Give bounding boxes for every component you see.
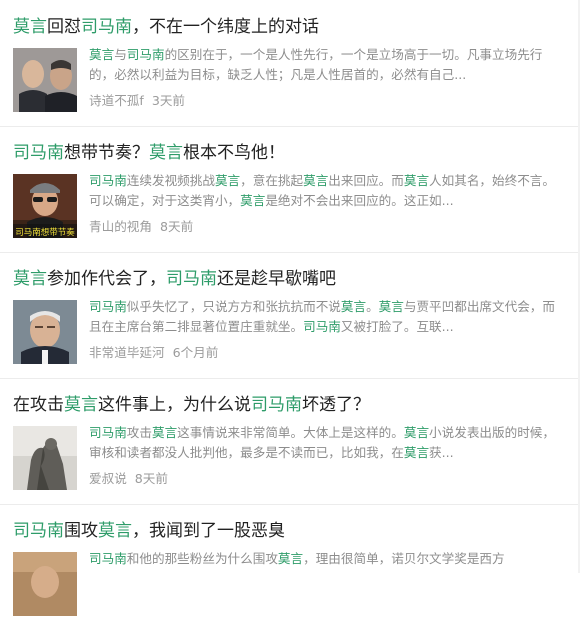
article-meta: 爱叔说 8天前 <box>89 469 168 489</box>
summary-text: 似乎失忆了，只说方方和张抗抗而不说 <box>126 299 341 314</box>
summary-keyword: 莫言 <box>303 173 329 188</box>
title-keyword: 司马南 <box>81 17 132 37</box>
article-item: 莫言参加作代会了，司马南还是趁早歇嘴吧 司马南似乎失忆了，只说方方和张抗抗而不说… <box>0 252 578 379</box>
title-keyword: 莫言 <box>149 143 183 163</box>
article-time: 8天前 <box>134 471 168 486</box>
article-author[interactable]: 诗道不孤f <box>89 93 144 108</box>
article-thumbnail[interactable]: 司马南想带节奏 <box>13 174 77 238</box>
article-summary: 司马南连续发视频挑战莫言，意在挑起莫言出来回应。而莫言人如其名，始终不言。可以确… <box>89 171 555 211</box>
summary-text: 出来回应。而 <box>328 173 404 188</box>
title-keyword: 司马南 <box>251 395 302 415</box>
title-keyword: 莫言 <box>64 395 98 415</box>
article-title[interactable]: 莫言回怼司马南，不在一个纬度上的对话 <box>13 16 319 38</box>
title-text: 根本不鸟他！ <box>183 143 285 163</box>
title-text: 坏透了？ <box>302 395 370 415</box>
summary-keyword: 莫言 <box>89 47 115 62</box>
summary-keyword: 司马南 <box>89 173 127 188</box>
title-text: 这件事上，为什么说 <box>98 395 251 415</box>
article-item: 司马南想带节奏？莫言根本不鸟他！ 司马南想带节奏 司马南连续发视频挑战莫言，意在… <box>0 126 578 253</box>
summary-text: 又被打脸了。互联... <box>340 319 454 334</box>
article-summary: 司马南和他的那些粉丝为什么围攻莫言，理由很简单，诺贝尔文学奖是西方 <box>89 549 555 589</box>
summary-keyword: 莫言 <box>214 173 241 188</box>
summary-keyword: 莫言 <box>340 299 367 314</box>
article-thumbnail[interactable] <box>13 552 77 616</box>
article-author[interactable]: 非常道毕延河 <box>89 345 165 360</box>
article-item: 在攻击莫言这件事上，为什么说司马南坏透了？ 司马南攻击莫言这事情说来非常简单。大… <box>0 378 578 505</box>
article-summary: 司马南似乎失忆了，只说方方和张抗抗而不说莫言。莫言与贾平凹都出席文代会，而且在主… <box>89 297 555 337</box>
article-meta: 诗道不孤f 3天前 <box>89 91 185 111</box>
article-title[interactable]: 司马南想带节奏？莫言根本不鸟他！ <box>13 142 285 164</box>
summary-keyword: 司马南 <box>126 47 165 62</box>
article-author[interactable]: 爱叔说 <box>89 471 127 486</box>
article-thumbnail[interactable] <box>13 426 77 490</box>
article-time: 3天前 <box>151 93 186 108</box>
summary-keyword: 司马南 <box>89 299 127 314</box>
summary-keyword: 莫言 <box>403 445 430 460</box>
article-summary: 司马南攻击莫言这事情说来非常简单。大体上是这样的。莫言小说发表出版的时候，审核和… <box>89 423 555 463</box>
summary-keyword: 莫言 <box>240 193 266 208</box>
title-text: ，我闻到了一股恶臭 <box>132 521 285 541</box>
summary-keyword: 司马南 <box>89 425 127 440</box>
article-time: 6个月前 <box>172 345 219 360</box>
summary-text: 和他的那些粉丝为什么围攻 <box>126 551 278 566</box>
summary-text: 攻击 <box>126 425 152 440</box>
summary-text: 与 <box>114 47 127 62</box>
article-thumbnail[interactable] <box>13 300 77 364</box>
title-text: 参加作代会了， <box>47 269 166 289</box>
summary-text: 是绝对不会出来回应的。这正如... <box>265 193 454 208</box>
summary-keyword: 莫言 <box>378 299 404 314</box>
article-title[interactable]: 司马南围攻莫言，我闻到了一股恶臭 <box>13 520 285 542</box>
article-title[interactable]: 在攻击莫言这件事上，为什么说司马南坏透了？ <box>13 394 370 416</box>
article-meta: 非常道毕延河 6个月前 <box>89 343 218 363</box>
summary-text: 。 <box>366 299 379 314</box>
title-text: 想带节奏？ <box>64 143 149 163</box>
title-keyword: 莫言 <box>13 17 47 37</box>
title-text: 回怼 <box>47 17 81 37</box>
title-text: 在攻击 <box>13 395 64 415</box>
article-meta: 青山的视角 8天前 <box>89 217 193 237</box>
title-keyword: 司马南 <box>166 269 217 289</box>
summary-keyword: 司马南 <box>303 319 341 334</box>
title-keyword: 司马南 <box>13 521 64 541</box>
title-text: 还是趁早歇嘴吧 <box>217 269 336 289</box>
title-text: ，不在一个纬度上的对话 <box>132 17 319 37</box>
article-item: 莫言回怼司马南，不在一个纬度上的对话 莫言与司马南的区别在于，一个是人性先行，一… <box>0 0 578 127</box>
summary-text: ，理由很简单，诺贝尔文学奖是西方 <box>303 551 505 566</box>
article-summary: 莫言与司马南的区别在于，一个是人性先行，一个是立场高于一切。凡事立场先行的，必然… <box>89 45 555 85</box>
summary-text: 连续发视频挑战 <box>126 173 215 188</box>
title-keyword: 司马南 <box>13 143 64 163</box>
summary-text: 这事情说来非常简单。大体上是这样的。 <box>177 425 404 440</box>
summary-keyword: 司马南 <box>89 551 127 566</box>
title-keyword: 莫言 <box>13 269 47 289</box>
summary-text: 获... <box>429 445 454 460</box>
summary-keyword: 莫言 <box>277 551 304 566</box>
article-item: 司马南围攻莫言，我闻到了一股恶臭 司马南和他的那些粉丝为什么围攻莫言，理由很简单… <box>0 504 578 630</box>
title-keyword: 莫言 <box>98 521 132 541</box>
article-thumbnail[interactable] <box>13 48 77 112</box>
summary-text: ，意在挑起 <box>240 173 304 188</box>
title-text: 围攻 <box>64 521 98 541</box>
article-author[interactable]: 青山的视角 <box>89 219 152 234</box>
article-time: 8天前 <box>159 219 194 234</box>
summary-keyword: 莫言 <box>403 173 430 188</box>
summary-keyword: 莫言 <box>151 425 178 440</box>
thumbnail-caption: 司马南想带节奏 <box>15 227 75 238</box>
article-title[interactable]: 莫言参加作代会了，司马南还是趁早歇嘴吧 <box>13 268 336 290</box>
summary-keyword: 莫言 <box>403 425 430 440</box>
